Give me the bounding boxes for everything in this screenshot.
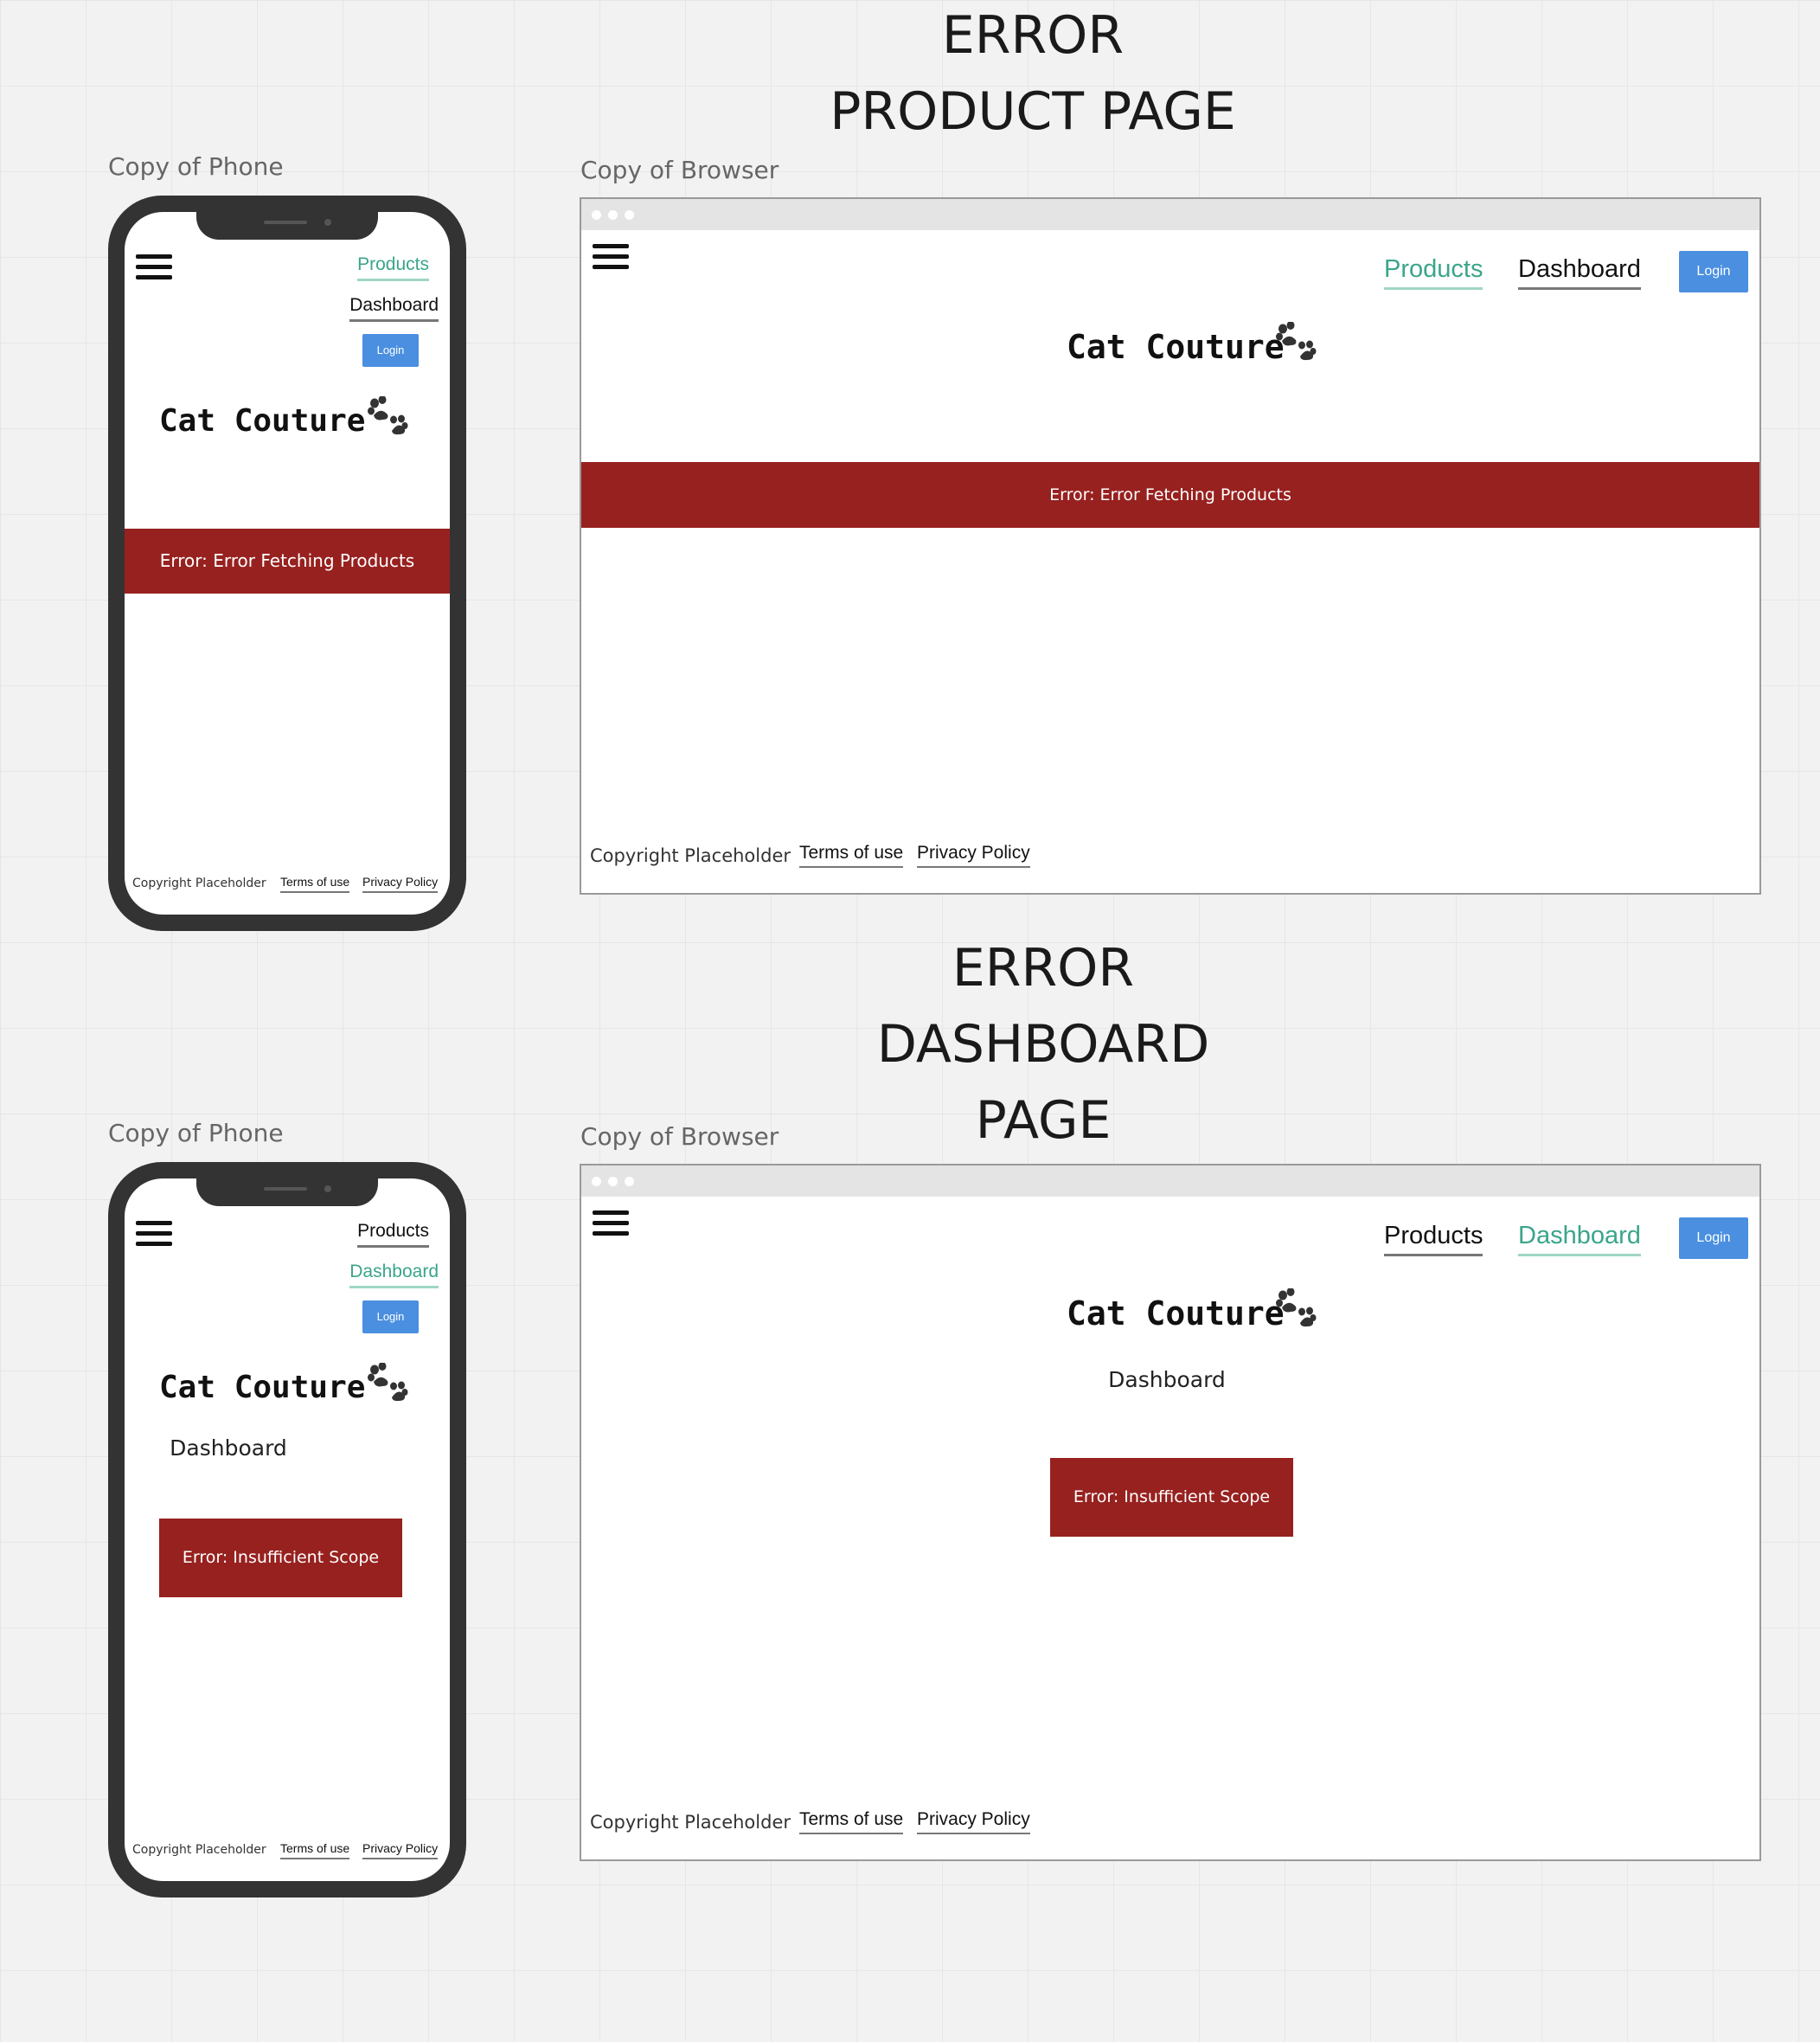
footer-privacy-link[interactable]: Privacy Policy: [362, 875, 439, 894]
frame-label-phone-2: Copy of Phone: [108, 1119, 284, 1147]
footer-terms-link[interactable]: Terms of use: [799, 1809, 904, 1835]
phone-mockup-dashboard-error: Products Dashboard Login Cat Couture Das…: [108, 1162, 466, 1898]
nav-dashboard-link[interactable]: Dashboard: [349, 295, 439, 323]
paw-print-icon: [1276, 322, 1317, 361]
error-box: Error: Insufficient Scope: [1050, 1458, 1293, 1537]
footer-privacy-link[interactable]: Privacy Policy: [362, 1841, 439, 1860]
section-title-line: PRODUCT PAGE: [830, 81, 1236, 142]
phone-mockup-product-error: Products Dashboard Login Cat Couture Err…: [108, 196, 466, 931]
phone-notch: [196, 212, 378, 240]
section-title-line: PAGE: [975, 1090, 1112, 1151]
hamburger-menu-icon[interactable]: [593, 1210, 629, 1236]
login-button[interactable]: Login: [362, 1300, 419, 1333]
footer-terms-link[interactable]: Terms of use: [280, 1841, 350, 1860]
browser-title-bar: [581, 199, 1759, 230]
window-dot: [608, 1177, 618, 1186]
phone-notch: [196, 1178, 378, 1206]
footer-terms-link[interactable]: Terms of use: [280, 875, 350, 894]
hamburger-menu-icon[interactable]: [136, 1221, 172, 1246]
paw-print-icon: [368, 1363, 408, 1402]
footer-copyright: Copyright Placeholder: [590, 1812, 791, 1833]
window-dot: [608, 210, 618, 220]
frame-label-browser-1: Copy of Browser: [580, 156, 779, 184]
nav-products-link[interactable]: Products: [357, 1221, 429, 1249]
footer-copyright: Copyright Placeholder: [132, 877, 266, 890]
window-dot: [625, 1177, 634, 1186]
section-title-line: ERROR: [952, 938, 1135, 999]
dashboard-heading: Dashboard: [170, 1435, 287, 1461]
browser-mockup-product-error: Products Dashboard Login Cat Couture Err…: [580, 197, 1761, 895]
brand-logo-text: Cat Couture: [1067, 1294, 1285, 1332]
nav-dashboard-link[interactable]: Dashboard: [1518, 1222, 1641, 1257]
window-dot: [592, 210, 601, 220]
browser-title-bar: [581, 1165, 1759, 1197]
nav-products-link[interactable]: Products: [1384, 255, 1484, 291]
error-banner: Error: Error Fetching Products: [125, 529, 450, 594]
section-title-dashboard-error: ERROR DASHBOARD PAGE: [877, 930, 1210, 1159]
brand-logo-text: Cat Couture: [159, 403, 366, 439]
hamburger-menu-icon[interactable]: [136, 254, 172, 279]
section-title-line: ERROR: [941, 5, 1125, 66]
frame-label-phone-1: Copy of Phone: [108, 152, 284, 181]
nav-dashboard-link[interactable]: Dashboard: [1518, 255, 1641, 291]
dashboard-heading: Dashboard: [1108, 1367, 1226, 1392]
paw-print-icon: [1276, 1288, 1317, 1327]
footer-privacy-link[interactable]: Privacy Policy: [917, 843, 1030, 869]
login-button[interactable]: Login: [362, 334, 419, 367]
paw-print-icon: [368, 396, 408, 435]
error-box: Error: Insufficient Scope: [159, 1519, 402, 1597]
nav-products-link[interactable]: Products: [357, 254, 429, 282]
hamburger-menu-icon[interactable]: [593, 244, 629, 269]
window-dot: [625, 210, 634, 220]
footer-privacy-link[interactable]: Privacy Policy: [917, 1809, 1030, 1835]
login-button[interactable]: Login: [1679, 251, 1748, 292]
browser-mockup-dashboard-error: Products Dashboard Login Cat Couture Das…: [580, 1164, 1761, 1861]
phone-screen: Products Dashboard Login Cat Couture Err…: [125, 212, 450, 915]
nav-dashboard-link[interactable]: Dashboard: [349, 1262, 439, 1289]
login-button[interactable]: Login: [1679, 1217, 1748, 1259]
footer-terms-link[interactable]: Terms of use: [799, 843, 904, 869]
brand-logo-text: Cat Couture: [159, 1370, 366, 1405]
section-title-product-error: ERROR PRODUCT PAGE: [830, 0, 1236, 150]
error-banner: Error: Error Fetching Products: [581, 462, 1759, 528]
phone-screen: Products Dashboard Login Cat Couture Das…: [125, 1178, 450, 1881]
footer-copyright: Copyright Placeholder: [132, 1843, 266, 1857]
window-dot: [592, 1177, 601, 1186]
footer-copyright: Copyright Placeholder: [590, 845, 791, 866]
frame-label-browser-2: Copy of Browser: [580, 1122, 779, 1151]
brand-logo-text: Cat Couture: [1067, 328, 1285, 366]
section-title-line: DASHBOARD: [876, 1014, 1210, 1075]
nav-products-link[interactable]: Products: [1384, 1222, 1484, 1257]
